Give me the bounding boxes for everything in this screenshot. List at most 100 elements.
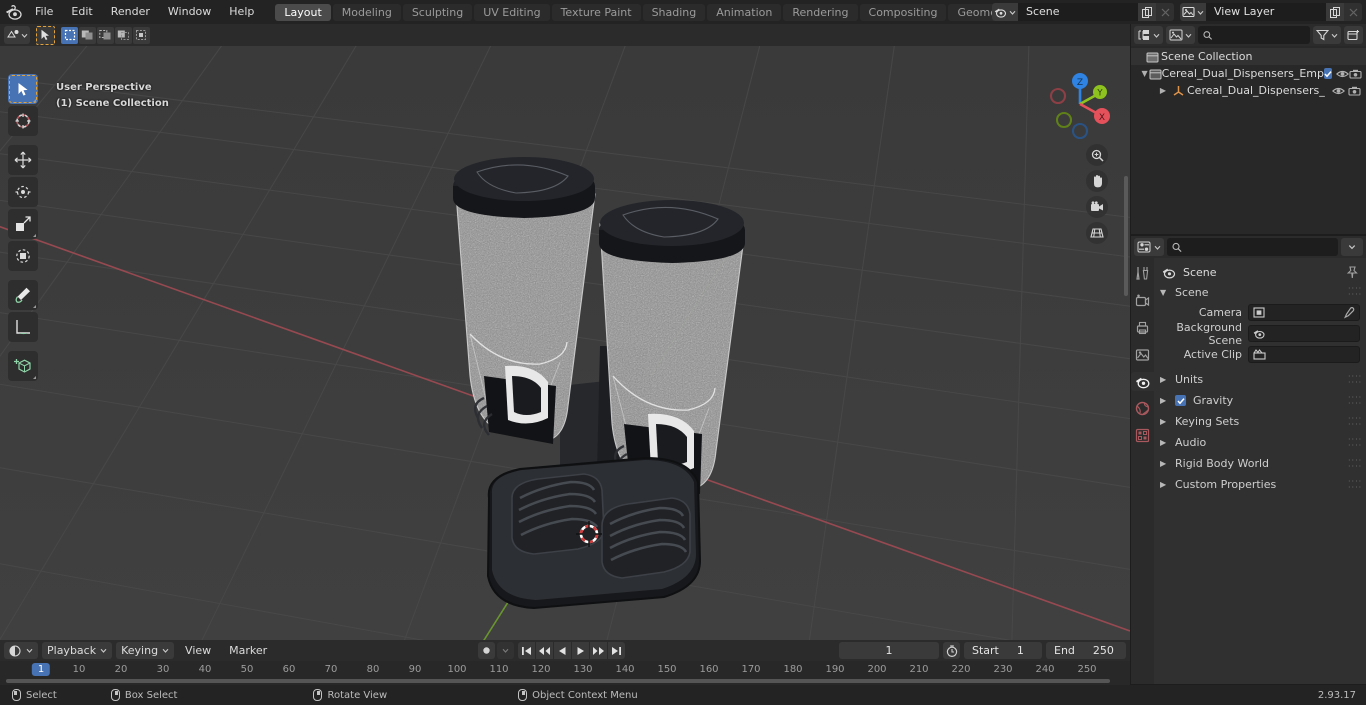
pin-icon[interactable] xyxy=(1346,265,1358,279)
unlink-scene-button[interactable] xyxy=(1156,3,1174,21)
active-clip-field[interactable] xyxy=(1248,346,1360,363)
workspace-tab-sculpting[interactable]: Sculpting xyxy=(402,3,473,21)
properties-search-field[interactable] xyxy=(1186,240,1333,254)
menu-render[interactable]: Render xyxy=(102,0,159,24)
workspace-tab-texture-paint[interactable]: Texture Paint xyxy=(551,3,641,21)
grid-icon[interactable] xyxy=(1086,222,1108,244)
outliner-row-cereal-dual-dispensers-emp[interactable]: ▼ Cereal_Dual_Dispensers_Emp xyxy=(1131,65,1366,82)
properties-options-dropdown[interactable] xyxy=(1341,238,1363,256)
outliner-display-mode-button[interactable] xyxy=(1166,26,1195,44)
view-layer-datablock[interactable]: View Layer xyxy=(1180,3,1362,21)
auto-keying-options-dropdown[interactable] xyxy=(497,642,514,659)
properties-editor-type-button[interactable] xyxy=(1134,238,1164,256)
jump-to-end-button[interactable] xyxy=(608,642,625,659)
zoom-icon[interactable] xyxy=(1086,144,1108,166)
properties-tab-texture[interactable] xyxy=(1133,426,1152,445)
timeline-horizontal-scrollbar[interactable] xyxy=(6,679,1110,683)
workspace-tab-modeling[interactable]: Modeling xyxy=(332,3,401,21)
properties-search-input[interactable] xyxy=(1167,238,1338,256)
select-mode-set[interactable] xyxy=(61,26,78,44)
hand-icon[interactable] xyxy=(1086,170,1108,192)
jump-to-previous-keyframe-button[interactable] xyxy=(536,642,553,659)
filter-icon[interactable] xyxy=(1313,26,1341,44)
outliner-row-scene-collection[interactable]: Scene Collection xyxy=(1131,48,1366,65)
select-mode-intersect[interactable] xyxy=(133,26,150,44)
scene-icon[interactable] xyxy=(992,3,1018,21)
section-units[interactable]: ▶ Units ···· ···· xyxy=(1154,369,1366,390)
add-cube-tool[interactable] xyxy=(8,351,38,381)
view-layer-name-field[interactable]: View Layer xyxy=(1206,3,1326,21)
disable-in-renders-camera-icon[interactable] xyxy=(1346,86,1362,96)
timeline-menu-playback[interactable]: Playback xyxy=(42,642,113,659)
cursor-tool[interactable] xyxy=(8,106,38,136)
new-view-layer-button[interactable] xyxy=(1326,3,1344,21)
properties-tab-render[interactable] xyxy=(1133,291,1152,310)
end-frame-field[interactable]: End 250 xyxy=(1046,642,1126,659)
select-mode-extend[interactable] xyxy=(79,26,96,44)
workspace-tab-uv-editing[interactable]: UV Editing xyxy=(474,3,550,21)
start-frame-field[interactable]: Start 1 xyxy=(964,642,1042,659)
active-tool-indicator[interactable] xyxy=(36,25,55,45)
section-custom-properties[interactable]: ▶ Custom Properties ···· ···· xyxy=(1154,474,1366,495)
camera-field[interactable] xyxy=(1248,304,1360,321)
move-tool[interactable] xyxy=(8,145,38,175)
menu-file[interactable]: File xyxy=(26,0,62,24)
outliner-row-cereal-dual-dispensers[interactable]: ▶ Cereal_Dual_Dispensers_ xyxy=(1131,82,1366,99)
workspace-tab-layout[interactable]: Layout xyxy=(275,3,331,21)
collection-exclude-checkbox[interactable] xyxy=(1324,68,1332,79)
transform-tool[interactable] xyxy=(8,241,38,271)
scene-panel-header[interactable]: ▼ Scene ···· ···· xyxy=(1154,282,1366,302)
camera-icon[interactable] xyxy=(1086,196,1108,218)
remove-view-layer-button[interactable] xyxy=(1344,3,1362,21)
hide-in-viewport-eye-icon[interactable] xyxy=(1330,86,1346,96)
workspace-tab-rendering[interactable]: Rendering xyxy=(783,3,858,21)
disable-in-renders-camera-icon[interactable] xyxy=(1349,69,1362,79)
current-frame-field[interactable]: 1 xyxy=(839,642,939,659)
scene-datablock[interactable]: Scene xyxy=(992,3,1174,21)
timeline-menu-keying[interactable]: Keying xyxy=(116,642,175,659)
timeline-editor-type-button[interactable] xyxy=(4,642,38,659)
measure-tool[interactable] xyxy=(8,312,38,342)
jump-to-next-keyframe-button[interactable] xyxy=(590,642,607,659)
outliner-search-input[interactable] xyxy=(1198,26,1310,44)
new-collection-icon[interactable] xyxy=(1344,26,1363,44)
select-mode-subtract[interactable] xyxy=(97,26,114,44)
use-preview-range-button[interactable] xyxy=(943,642,960,659)
eyedropper-icon[interactable] xyxy=(1343,306,1355,319)
playhead[interactable]: 1 xyxy=(31,663,51,676)
timeline-menu-view[interactable]: View xyxy=(178,642,218,659)
properties-tab-view-layer[interactable] xyxy=(1133,345,1152,364)
3d-viewport[interactable]: User Perspective (1) Scene Collection Z … xyxy=(0,46,1130,640)
jump-to-start-button[interactable] xyxy=(518,642,535,659)
timeline-menu-marker[interactable]: Marker xyxy=(222,642,274,659)
tweak-tool[interactable] xyxy=(8,74,38,104)
properties-tab-world[interactable] xyxy=(1133,399,1152,418)
scene-name-field[interactable]: Scene xyxy=(1018,3,1138,21)
editor-type-button[interactable] xyxy=(4,26,30,44)
section-keying-sets[interactable]: ▶ Keying Sets ···· ···· xyxy=(1154,411,1366,432)
hide-in-viewport-eye-icon[interactable] xyxy=(1336,69,1349,79)
new-scene-button[interactable] xyxy=(1138,3,1156,21)
navigation-gizmo[interactable]: Z Y X xyxy=(1044,68,1116,140)
play-button[interactable] xyxy=(572,642,589,659)
workspace-tab-animation[interactable]: Animation xyxy=(707,3,782,21)
auto-keying-button[interactable] xyxy=(478,642,495,659)
properties-tab-scene[interactable] xyxy=(1131,372,1154,391)
section-audio[interactable]: ▶ Audio ···· ···· xyxy=(1154,432,1366,453)
menu-edit[interactable]: Edit xyxy=(62,0,101,24)
blender-logo-icon[interactable] xyxy=(0,0,26,24)
outliner-editor-type-button[interactable] xyxy=(1134,26,1163,44)
annotate-tool[interactable] xyxy=(8,280,38,310)
menu-help[interactable]: Help xyxy=(220,0,263,24)
background-scene-field[interactable] xyxy=(1248,325,1360,342)
viewport-vertical-scrollbar[interactable] xyxy=(1124,176,1128,296)
workspace-tab-shading[interactable]: Shading xyxy=(642,3,706,21)
timeline-ruler[interactable]: 10 20 30 40 50 60 70 80 90 100 110 120 1… xyxy=(0,661,1130,681)
menu-window[interactable]: Window xyxy=(159,0,220,24)
properties-tab-output[interactable] xyxy=(1133,318,1152,337)
gravity-checkbox[interactable] xyxy=(1175,395,1186,406)
section-gravity[interactable]: ▶ Gravity ···· ···· xyxy=(1154,390,1366,411)
properties-tab-tool[interactable] xyxy=(1133,264,1152,283)
disclosure-triangle-right-icon[interactable]: ▶ xyxy=(1157,86,1169,95)
rotate-tool[interactable] xyxy=(8,177,38,207)
